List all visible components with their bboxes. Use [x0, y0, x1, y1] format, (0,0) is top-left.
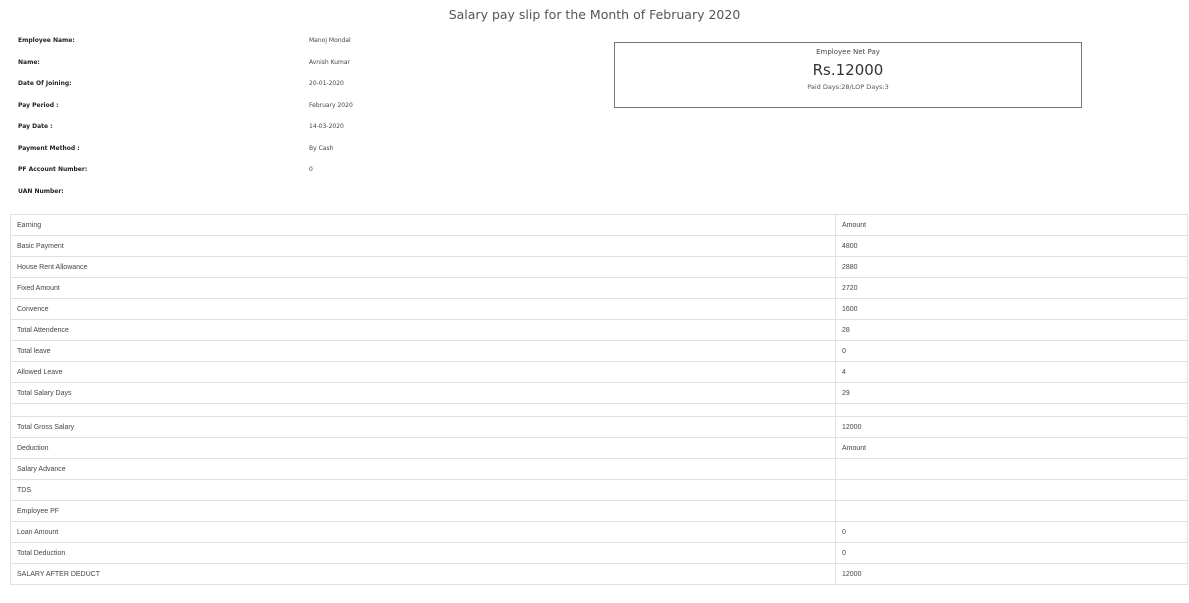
row-amount: 29: [835, 382, 1188, 404]
info-value: [309, 181, 569, 203]
table-row: Earning Amount: [10, 214, 1188, 236]
table-row: Basic Payment 4800: [10, 235, 1188, 257]
info-value: Avnish Kumar: [309, 58, 351, 66]
table-row: Deduction Amount: [10, 437, 1188, 459]
info-value: 0: [309, 166, 313, 174]
row-amount: [835, 403, 1188, 417]
table-row: Total Gross Salary 12000: [10, 416, 1188, 438]
info-label: Payment Method :: [18, 144, 80, 152]
net-pay-box: Employee Net Pay Rs.12000 Paid Days:28/L…: [614, 42, 1082, 108]
row-label: Employee PF: [10, 500, 836, 522]
row-amount: 0: [835, 542, 1188, 564]
row-amount: 0: [835, 521, 1188, 543]
row-amount: 12000: [835, 563, 1188, 585]
employee-info-labels: Employee Name: Name: Date Of Joining: Pa…: [18, 30, 278, 202]
table-row: Employee PF: [10, 500, 1188, 522]
paid-days-text: Paid Days:28/LOP Days:3: [807, 83, 889, 91]
employee-info-values: Manoj Mondal Avnish Kumar 20-01-2020 Feb…: [309, 30, 569, 202]
row-label: Total leave: [10, 340, 836, 362]
info-value: February 2020: [309, 101, 353, 109]
info-label: PF Account Number:: [18, 166, 88, 174]
table-row: Fixed Amount 2720: [10, 277, 1188, 299]
amount-header: Amount: [835, 437, 1188, 459]
table-row: Total leave 0: [10, 340, 1188, 362]
row-label: Convence: [10, 298, 836, 320]
table-row: Total Salary Days 29: [10, 382, 1188, 404]
row-label: TDS: [10, 479, 836, 501]
row-label: House Rent Allowance: [10, 256, 836, 278]
table-row: SALARY AFTER DEDUCT 12000: [10, 563, 1188, 585]
row-amount: [835, 479, 1188, 501]
net-pay-amount: Rs.12000: [812, 61, 884, 79]
row-amount: 4800: [835, 235, 1188, 257]
amount-header: Amount: [835, 214, 1188, 236]
row-amount: [835, 500, 1188, 522]
row-amount: 2720: [835, 277, 1188, 299]
row-label: Loan Amount: [10, 521, 836, 543]
table-row: Loan Amount 0: [10, 521, 1188, 543]
row-amount: 28: [835, 319, 1188, 341]
row-label: Allowed Leave: [10, 361, 836, 383]
row-label: Total Deduction: [10, 542, 836, 564]
info-label: Pay Period :: [18, 101, 59, 109]
info-label: UAN Number:: [18, 187, 64, 195]
info-value: 20-01-2020: [309, 80, 344, 88]
info-label: Pay Date :: [18, 123, 53, 131]
info-value: By Cash: [309, 144, 334, 152]
row-amount: 4: [835, 361, 1188, 383]
info-value: 14-03-2020: [309, 123, 344, 131]
table-row: Allowed Leave 4: [10, 361, 1188, 383]
salary-table: Earning Amount Basic Payment 4800 House …: [10, 214, 1188, 585]
table-row: Total Attendence 28: [10, 319, 1188, 341]
row-amount: [835, 458, 1188, 480]
net-pay-label: Employee Net Pay: [816, 48, 880, 56]
table-row: Salary Advance: [10, 458, 1188, 480]
info-label: Date Of Joining:: [18, 80, 72, 88]
row-label: Fixed Amount: [10, 277, 836, 299]
row-label: Basic Payment: [10, 235, 836, 257]
table-row: House Rent Allowance 2880: [10, 256, 1188, 278]
row-amount: 12000: [835, 416, 1188, 438]
deduction-header: Deduction: [10, 437, 836, 459]
table-row: TDS: [10, 479, 1188, 501]
row-label: SALARY AFTER DEDUCT: [10, 563, 836, 585]
table-row: Total Deduction 0: [10, 542, 1188, 564]
page-title: Salary pay slip for the Month of Februar…: [448, 7, 741, 22]
row-amount: 0: [835, 340, 1188, 362]
earning-header: Earning: [10, 214, 836, 236]
row-label: Total Salary Days: [10, 382, 836, 404]
row-amount: 1600: [835, 298, 1188, 320]
row-label: Salary Advance: [10, 458, 836, 480]
table-row: Convence 1600: [10, 298, 1188, 320]
table-spacer-row: [10, 403, 1188, 417]
row-label: Total Attendence: [10, 319, 836, 341]
row-label: [10, 403, 836, 417]
info-label: Employee Name:: [18, 37, 75, 45]
info-label: Name:: [18, 58, 40, 66]
row-amount: 2880: [835, 256, 1188, 278]
row-label: Total Gross Salary: [10, 416, 836, 438]
info-value: Manoj Mondal: [309, 37, 351, 45]
